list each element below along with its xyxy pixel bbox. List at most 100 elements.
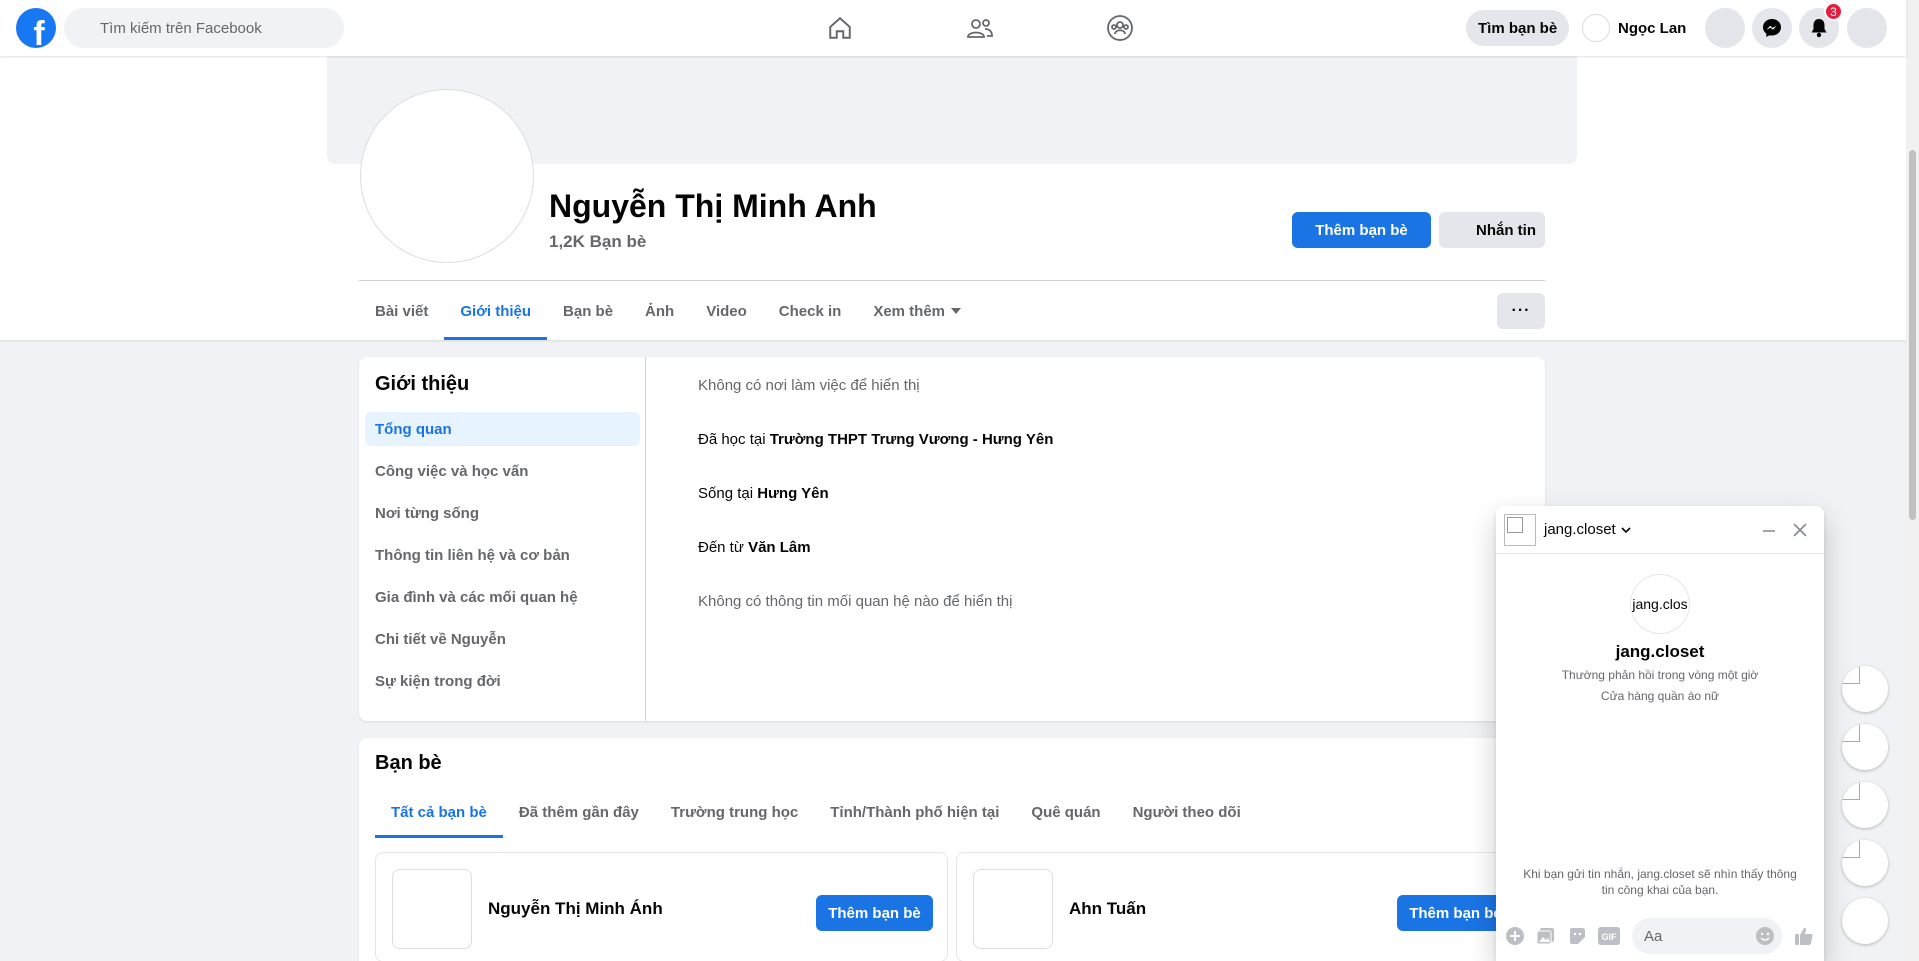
chat-contact-label: jang.closet [1544, 521, 1616, 538]
chat-page-title[interactable]: jang.closet [1496, 642, 1824, 662]
home-icon[interactable] [770, 0, 910, 56]
about-menu: Tổng quan Công việc và học vấn Nơi từng … [365, 412, 640, 706]
education-prefix: Đã học tại [698, 431, 770, 448]
photo-icon[interactable] [1536, 926, 1556, 946]
tab-about[interactable]: Giới thiệu [444, 282, 547, 340]
groups-icon[interactable] [1050, 0, 1190, 56]
tab-see-more[interactable]: Xem thêm [857, 282, 977, 340]
like-icon[interactable] [1792, 926, 1816, 946]
chat-header: jang.closet [1496, 506, 1824, 554]
add-friend-button[interactable]: Thêm bạn bè [1292, 212, 1431, 248]
friends-icon[interactable] [910, 0, 1050, 56]
main-nav [770, 0, 1190, 56]
chat-privacy-note: Khi bạn gửi tin nhắn, jang.closet sẽ nhì… [1523, 867, 1797, 897]
tab-check-ins[interactable]: Check in [763, 282, 858, 340]
plus-icon[interactable] [1505, 926, 1525, 946]
notification-badge: 3 [1824, 2, 1843, 21]
facebook-logo-icon[interactable]: f [16, 8, 56, 48]
work-info: Không có nơi làm việc để hiển thị [698, 377, 920, 394]
friends-tab-all[interactable]: Tất cả bạn bè [375, 786, 503, 838]
friend-name[interactable]: Nguyễn Thị Minh Ánh [488, 899, 663, 919]
chat-head-contact[interactable] [1842, 782, 1888, 828]
chat-composer: GIF Aa [1496, 910, 1824, 961]
scrollbar-thumb[interactable] [1909, 150, 1916, 520]
gif-label: GIF [1602, 932, 1618, 942]
about-menu-work-education[interactable]: Công việc và học vấn [365, 454, 640, 488]
chat-head-contact[interactable] [1842, 840, 1888, 886]
chat-window: jang.closet jang.clos jang.closet Thường… [1496, 506, 1824, 961]
menu-button[interactable] [1705, 8, 1745, 48]
friend-count[interactable]: 1,2K Bạn bè [549, 232, 646, 252]
tab-see-more-label: Xem thêm [873, 302, 946, 320]
chat-contact-name[interactable]: jang.closet [1544, 521, 1632, 538]
chat-category: Cửa hàng quần áo nữ [1600, 689, 1720, 703]
about-title: Giới thiệu [375, 373, 470, 395]
friends-tab-high-school[interactable]: Trường trung học [655, 786, 814, 838]
gif-icon[interactable]: GIF [1598, 926, 1620, 946]
chat-input-placeholder: Aa [1644, 927, 1663, 945]
about-menu-details[interactable]: Chi tiết về Nguyễn [365, 622, 640, 656]
tab-videos[interactable]: Video [690, 282, 763, 340]
friends-tab-hometown[interactable]: Quê quán [1015, 786, 1116, 838]
lives-in-link[interactable]: Hưng Yên [757, 485, 828, 502]
lives-in-info: Sống tại Hưng Yên [698, 485, 829, 502]
friends-card: Bạn bè Tất cả bạn bè Đã thêm gần đây Trư… [359, 738, 1545, 961]
friends-tab-recent[interactable]: Đã thêm gần đây [503, 786, 655, 838]
about-menu-overview[interactable]: Tổng quan [365, 412, 640, 446]
about-menu-life-events[interactable]: Sự kiện trong đời [365, 664, 640, 698]
chat-head-contact[interactable] [1842, 666, 1888, 712]
profile-shortcut[interactable]: Ngọc Lan [1582, 12, 1686, 44]
profile-header: Nguyễn Thị Minh Anh 1,2K Bạn bè Thêm bạn… [0, 56, 1906, 340]
messenger-icon[interactable] [1752, 8, 1792, 48]
relationship-info: Không có thông tin mối quan hệ nào để hi… [698, 593, 1013, 610]
more-options-button[interactable]: ··· [1497, 293, 1545, 329]
caret-down-icon [951, 308, 962, 314]
search-input[interactable]: Tìm kiếm trên Facebook [64, 8, 344, 48]
chevron-down-icon [1621, 526, 1631, 533]
hometown-info: Đến từ Văn Lâm [698, 539, 811, 556]
friend-photo[interactable] [392, 869, 472, 949]
friend-name[interactable]: Ahn Tuấn [1069, 899, 1146, 919]
lives-in-prefix: Sống tại [698, 485, 758, 502]
chat-avatar[interactable] [1504, 514, 1536, 546]
search-placeholder: Tìm kiếm trên Facebook [100, 19, 262, 37]
friend-item: Ahn Tuấn Thêm bạn bè [956, 852, 1529, 961]
about-menu-contact-info[interactable]: Thông tin liên hệ và cơ bản [365, 538, 640, 572]
friend-item: Nguyễn Thị Minh Ánh Thêm bạn bè [375, 852, 948, 961]
new-message-button[interactable] [1842, 898, 1888, 944]
chat-head-contact[interactable] [1842, 724, 1888, 770]
emoji-icon[interactable] [1755, 926, 1775, 950]
avatar [1582, 14, 1610, 42]
about-menu-family[interactable]: Gia đình và các mối quan hệ [365, 580, 640, 614]
page-scrollbar[interactable] [1906, 0, 1919, 961]
friends-tab-current-city[interactable]: Tỉnh/Thành phố hiện tại [814, 786, 1015, 838]
friend-photo[interactable] [973, 869, 1053, 949]
about-menu-places-lived[interactable]: Nơi từng sống [365, 496, 640, 530]
profile-name: Nguyễn Thị Minh Anh [549, 188, 877, 224]
profile-tabs: Bài viết Giới thiệu Bạn bè Ảnh Video Che… [359, 282, 977, 340]
minimize-icon[interactable] [1758, 520, 1780, 542]
chat-response-time: Thường phản hồi trong vòng một giờ [1561, 668, 1759, 682]
education-link[interactable]: Trường THPT Trưng Vương - Hưng Yên [770, 431, 1054, 448]
chat-message-input[interactable]: Aa [1632, 918, 1782, 954]
sticker-icon[interactable] [1567, 926, 1587, 946]
friends-tabs: Tất cả bạn bè Đã thêm gần đây Trường tru… [375, 786, 1257, 838]
notifications-button[interactable]: 3 [1799, 2, 1843, 48]
account-avatar-button[interactable] [1847, 8, 1887, 48]
bell-icon [1811, 19, 1827, 38]
profile-picture[interactable] [361, 90, 533, 262]
tab-posts[interactable]: Bài viết [359, 282, 444, 340]
education-info: Đã học tại Trường THPT Trưng Vương - Hưn… [698, 431, 1053, 448]
hometown-prefix: Đến từ [698, 539, 749, 556]
hometown-link[interactable]: Văn Lâm [748, 539, 811, 556]
chat-page-picture[interactable]: jang.clos [1630, 574, 1690, 634]
friend-add-button[interactable]: Thêm bạn bè [816, 895, 933, 931]
close-icon[interactable] [1788, 518, 1812, 542]
message-button[interactable]: Nhắn tin [1439, 212, 1545, 248]
header-divider [359, 280, 1545, 281]
top-navigation-bar: f Tìm kiếm trên Facebook Tìm bạn bè Ngọc… [0, 0, 1906, 56]
find-friends-button[interactable]: Tìm bạn bè [1466, 10, 1570, 46]
friends-tab-followers[interactable]: Người theo dõi [1117, 786, 1257, 838]
tab-photos[interactable]: Ảnh [629, 282, 690, 340]
tab-friends[interactable]: Bạn bè [547, 282, 629, 340]
